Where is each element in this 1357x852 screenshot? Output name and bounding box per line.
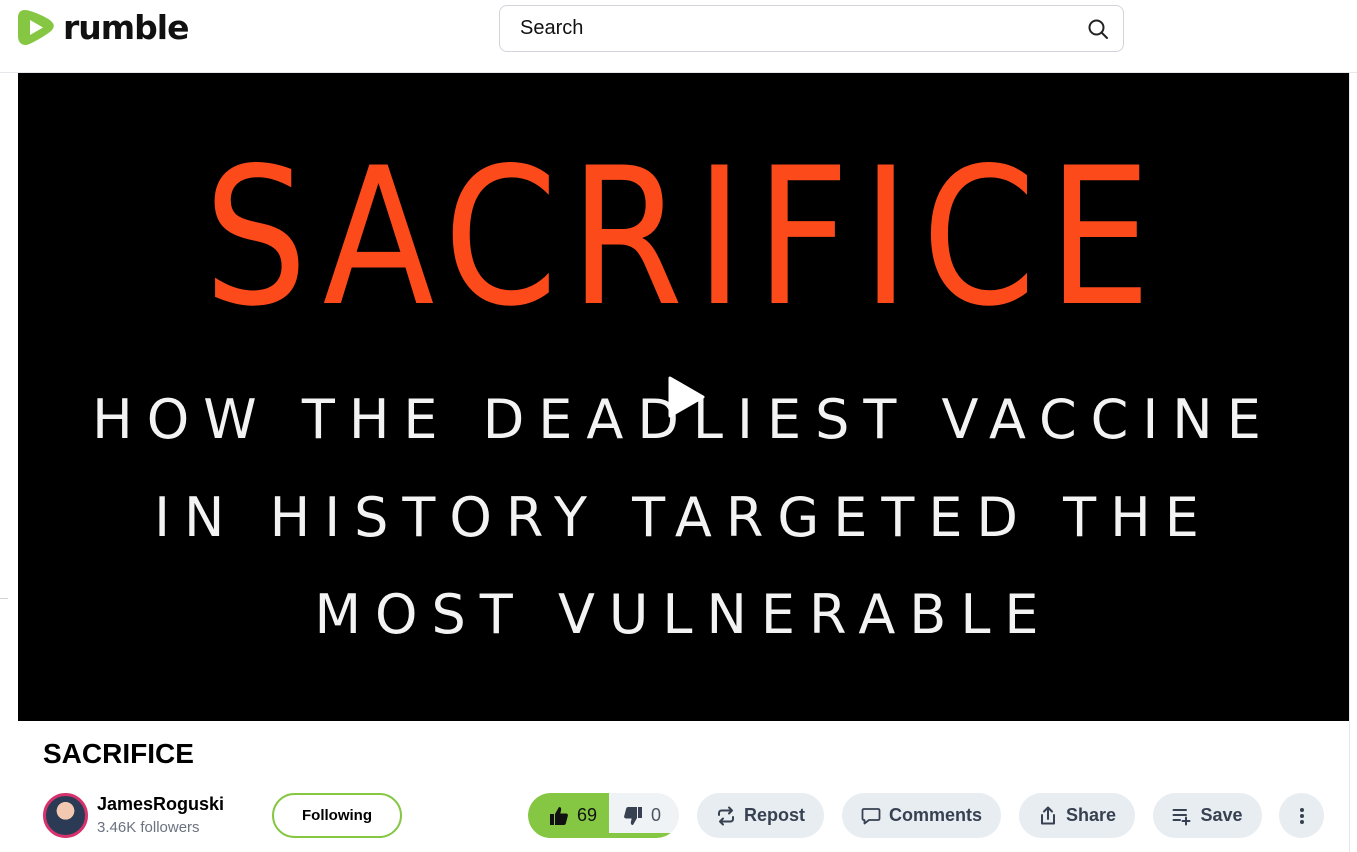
comments-label: Comments bbox=[888, 805, 982, 825]
logo-text: rumble bbox=[63, 7, 189, 47]
playlist-add-icon bbox=[1172, 808, 1191, 825]
thumbnail-title: SACRIFICE bbox=[203, 127, 1164, 348]
repost-button[interactable]: Repost bbox=[697, 793, 824, 838]
channel-avatar[interactable] bbox=[43, 793, 88, 838]
video-player[interactable]: SACRIFICE HOW THE DEADLIEST VACCINE IN H… bbox=[18, 73, 1349, 721]
comment-icon bbox=[861, 807, 881, 824]
left-gutter bbox=[0, 73, 18, 852]
play-icon[interactable] bbox=[666, 375, 706, 419]
share-icon bbox=[1040, 806, 1055, 824]
vote-ratio-bar bbox=[528, 833, 679, 838]
site-header: rumble bbox=[0, 0, 1357, 73]
search-input[interactable] bbox=[520, 6, 1080, 51]
comments-button[interactable]: Comments bbox=[842, 793, 1001, 838]
search-bar bbox=[499, 5, 1124, 52]
thumbnail-line-3: MOST VULNERABLE bbox=[314, 583, 1053, 646]
share-label: Share bbox=[1065, 805, 1117, 825]
more-vertical-icon bbox=[1299, 807, 1304, 824]
thumbnail-line-2: IN HISTORY TARGETED THE bbox=[154, 486, 1213, 549]
repost-label: Repost bbox=[743, 805, 805, 825]
right-divider bbox=[1349, 73, 1350, 852]
share-button[interactable]: Share bbox=[1019, 793, 1135, 838]
save-label: Save bbox=[1200, 805, 1243, 825]
dislike-button[interactable]: 0 bbox=[609, 793, 679, 838]
thumbs-down-icon bbox=[624, 806, 642, 825]
like-button[interactable]: 69 bbox=[528, 793, 609, 838]
repost-icon bbox=[717, 806, 734, 825]
thumbs-up-icon bbox=[550, 806, 568, 825]
like-count: 69 bbox=[577, 805, 598, 825]
video-info: SACRIFICE JamesRoguski 3.46K followers F… bbox=[18, 721, 1349, 852]
rumble-logo[interactable]: rumble bbox=[17, 7, 189, 47]
video-title: SACRIFICE bbox=[43, 738, 194, 769]
more-options-button[interactable] bbox=[1279, 793, 1324, 838]
vote-control: 69 0 bbox=[528, 793, 679, 838]
save-button[interactable]: Save bbox=[1153, 793, 1262, 838]
following-button[interactable]: Following bbox=[272, 793, 402, 838]
gutter-divider bbox=[0, 598, 8, 599]
follower-count: 3.46K followers bbox=[97, 819, 200, 836]
search-icon[interactable] bbox=[1087, 18, 1109, 40]
channel-name[interactable]: JamesRoguski bbox=[97, 794, 224, 815]
rumble-logo-icon bbox=[18, 10, 54, 45]
dislike-count: 0 bbox=[651, 805, 662, 825]
